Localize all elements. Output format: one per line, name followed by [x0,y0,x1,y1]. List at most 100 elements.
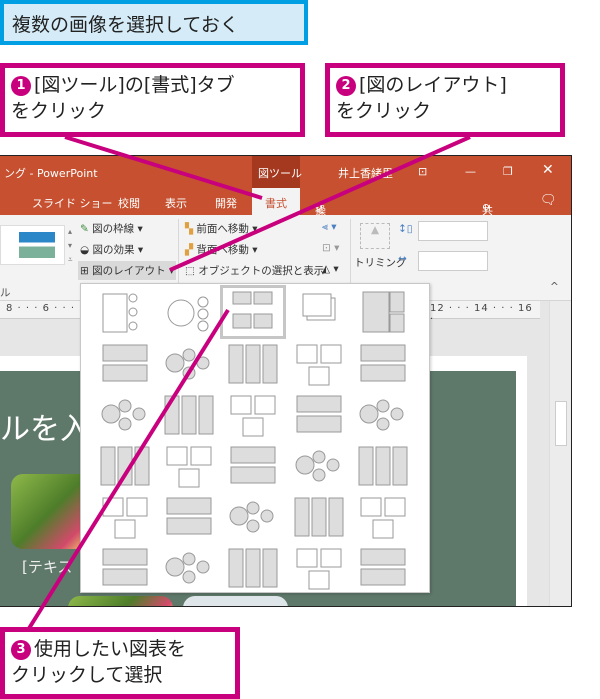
layout-thumbnail-icon [165,552,210,584]
layout-thumbnail-icon [101,399,146,431]
layout-thumbnail-icon [230,446,276,484]
crop-icon[interactable]: ▲ [360,223,390,249]
callout-step-2: 2 [図のレイアウト] をクリック [325,63,565,137]
layout-option[interactable] [223,339,283,387]
scroll-thumb[interactable] [555,401,567,446]
height-icon: ↕▯ [398,223,413,235]
slide-title[interactable]: ルを入 [0,404,90,448]
width-input[interactable] [418,251,488,271]
layout-thumbnail-icon [360,497,406,539]
layout-thumbnail-icon [362,291,405,333]
layout-option[interactable] [289,492,349,540]
picture-layout-button[interactable]: ⊞ 図のレイアウト ▾ [78,261,177,280]
layout-thumbnail-icon [166,446,212,488]
layout-option[interactable] [353,288,413,336]
style-thumbnail[interactable] [19,232,55,258]
layout-option[interactable] [159,441,219,489]
tab-slideshow[interactable]: スライド ショー [32,195,113,211]
layout-option[interactable] [95,390,155,438]
layout-thumbnail-icon [294,497,344,537]
tab-developer[interactable]: 開発 [215,195,237,211]
photo[interactable] [68,596,173,606]
layout-thumbnail-icon [360,548,406,586]
layout-option[interactable] [95,492,155,540]
layout-option[interactable] [223,441,283,489]
layout-thumbnail-icon [302,293,336,321]
group-label: ル [0,287,11,299]
layout-thumbnail-icon [296,344,342,386]
step-number: 3 [11,640,31,660]
align-icon[interactable]: ⫷ ▾ [322,221,337,234]
layout-thumbnail-icon [359,399,404,431]
callout-step-1: 1 [図ツール]の[書式]タブ をクリック [0,63,305,137]
height-input[interactable] [418,221,488,241]
tab-view[interactable]: 表示 [165,195,187,211]
layout-option[interactable] [95,441,155,489]
window-title: ング - PowerPoint [4,167,98,180]
comments-icon[interactable]: 🗨 [540,193,557,208]
callout-text: クリックして選択 [11,664,163,686]
layout-option[interactable] [159,492,219,540]
layout-thumbnail-icon [295,450,340,482]
layout-option[interactable] [95,288,155,336]
send-backward-icon: ▞ [185,244,197,256]
step-number: 2 [336,76,356,96]
layout-option[interactable] [353,441,413,489]
layout-thumbnail-icon [360,344,406,382]
ruler-left: 8 · · · 6 · · · [6,303,76,314]
bring-forward-icon: ▚ [185,223,197,235]
layout-option[interactable] [220,285,286,339]
layout-option[interactable] [289,390,349,438]
layout-option[interactable] [95,339,155,387]
photo[interactable] [183,596,288,606]
layout-option[interactable] [289,288,349,336]
layout-option[interactable] [353,390,413,438]
layout-option[interactable] [353,543,413,591]
picture-layout-gallery [80,283,430,593]
layout-option[interactable] [353,492,413,540]
group-icon[interactable]: ⊡ ▾ [322,242,339,254]
selection-pane-button[interactable]: ⬚ オブジェクトの選択と表示 [185,263,324,278]
selection-icon: ⬚ [185,265,199,277]
close-icon[interactable]: ✕ [542,162,554,178]
restore-icon[interactable]: ❐ [503,165,513,178]
layout-option[interactable] [289,339,349,387]
title-bar: ング - PowerPoint 図ツール 井上香緒里 ⊡ — ❐ ✕ [0,156,571,188]
slide-text-placeholder[interactable]: [テキス [22,556,72,577]
layout-option[interactable] [159,390,219,438]
powerpoint-window: ング - PowerPoint 図ツール 井上香緒里 ⊡ — ❐ ✕ スライド … [0,155,572,607]
layout-option[interactable] [159,288,219,336]
collapse-ribbon-icon[interactable]: ^ [550,281,559,293]
photo[interactable] [11,474,91,549]
layout-option[interactable] [223,492,283,540]
layout-thumbnail-icon [102,344,148,382]
send-backward-button[interactable]: ▞ 背面へ移動 ▾ [185,242,258,257]
rotate-icon[interactable]: ◭ ▾ [322,263,339,275]
pen-icon: ✎ [80,223,93,235]
effects-icon: ◒ [80,244,93,256]
layout-thumbnail-icon [102,497,148,539]
picture-effects-button[interactable]: ◒ 図の効果 ▾ [80,242,143,257]
layout-option[interactable] [223,543,283,591]
gallery-scroll[interactable]: ▴ ▾ ⩡ [68,225,73,267]
tab-format[interactable]: 書式 [252,188,300,215]
layout-option[interactable] [95,543,155,591]
vertical-scrollbar[interactable] [549,301,571,606]
layout-option[interactable] [159,543,219,591]
callout-text: をクリック [336,100,432,122]
layout-option[interactable] [353,339,413,387]
layout-thumbnail-icon [296,395,342,433]
layout-option[interactable] [223,390,283,438]
bring-forward-button[interactable]: ▚ 前面へ移動 ▾ [185,221,258,236]
picture-border-button[interactable]: ✎ 図の枠線 ▾ [80,221,143,236]
minimize-icon[interactable]: — [465,165,476,178]
ribbon-display-icon[interactable]: ⊡ [418,165,427,178]
context-tab-label: 図ツール [258,167,302,180]
layout-option[interactable] [289,543,349,591]
user-name[interactable]: 井上香緒里 [338,165,393,181]
picture-styles-gallery[interactable] [0,225,65,265]
callout-step-3: 3 使用したい図表を クリックして選択 [0,627,240,699]
layout-option[interactable] [159,339,219,387]
layout-option[interactable] [289,441,349,489]
tab-review[interactable]: 校閲 [118,195,140,211]
